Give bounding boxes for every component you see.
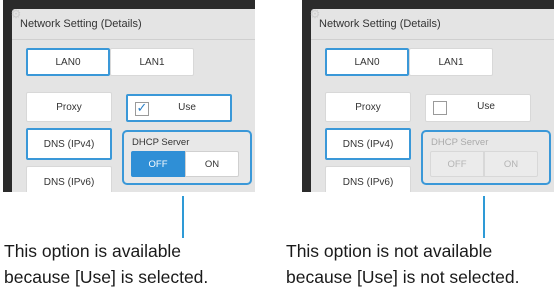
use-checkbox-button[interactable]: Use — [425, 94, 531, 122]
caption-right-line2: because [Use] is not selected. — [286, 267, 520, 287]
dhcp-off-toggle: OFF — [430, 151, 484, 177]
proxy-button[interactable]: Proxy — [325, 92, 411, 122]
empty-checkbox-icon — [433, 101, 447, 115]
tab-lan1[interactable]: LAN1 — [110, 48, 194, 76]
dns-ipv6-button[interactable]: DNS (IPv6) — [325, 166, 411, 192]
tab-lan0[interactable]: LAN0 — [325, 48, 409, 76]
dns-ipv4-button[interactable]: DNS (IPv4) — [325, 128, 411, 160]
dns-ipv4-button[interactable]: DNS (IPv4) — [26, 128, 112, 160]
proxy-button[interactable]: Proxy — [26, 92, 112, 122]
caption-left-line1: This option is available — [4, 241, 182, 261]
dhcp-server-label: DHCP Server — [132, 137, 190, 148]
dhcp-on-toggle[interactable]: ON — [185, 151, 239, 177]
dhcp-server-group: DHCP Server OFF ON — [122, 130, 252, 185]
title-divider — [12, 39, 255, 40]
title-divider — [311, 39, 554, 40]
callout-line-left — [182, 196, 184, 238]
use-label: Use — [477, 101, 495, 112]
dhcp-server-label: DHCP Server — [431, 137, 489, 148]
tab-lan1[interactable]: LAN1 — [409, 48, 493, 76]
use-label: Use — [178, 102, 196, 113]
caption-left-line2: because [Use] is selected. — [4, 267, 209, 287]
checkmark-icon: ✓ — [135, 101, 149, 116]
caption-left: This option is available because [Use] i… — [4, 238, 208, 290]
dhcp-on-toggle: ON — [484, 151, 538, 177]
caption-right-line1: This option is not available — [286, 241, 493, 261]
tab-lan0[interactable]: LAN0 — [26, 48, 110, 76]
callout-line-right — [483, 196, 485, 238]
caption-right: This option is not available because [Us… — [286, 238, 519, 290]
use-checkbox-button[interactable]: ✓ Use — [126, 94, 232, 122]
network-setting-window: ⚙ Network Setting (Details) LAN0 LAN1 Pr… — [310, 7, 554, 192]
dhcp-server-group: DHCP Server OFF ON — [421, 130, 551, 185]
window-title: Network Setting (Details) — [20, 18, 142, 30]
dhcp-off-toggle[interactable]: OFF — [131, 151, 185, 177]
window-title: Network Setting (Details) — [319, 18, 441, 30]
network-setting-window: ⚙ Network Setting (Details) LAN0 LAN1 Pr… — [11, 7, 255, 192]
screenshot-use-not-selected: ⚙ Network Setting (Details) LAN0 LAN1 Pr… — [302, 0, 554, 192]
screenshot-use-selected: ⚙ Network Setting (Details) LAN0 LAN1 Pr… — [3, 0, 255, 192]
dns-ipv6-button[interactable]: DNS (IPv6) — [26, 166, 112, 192]
